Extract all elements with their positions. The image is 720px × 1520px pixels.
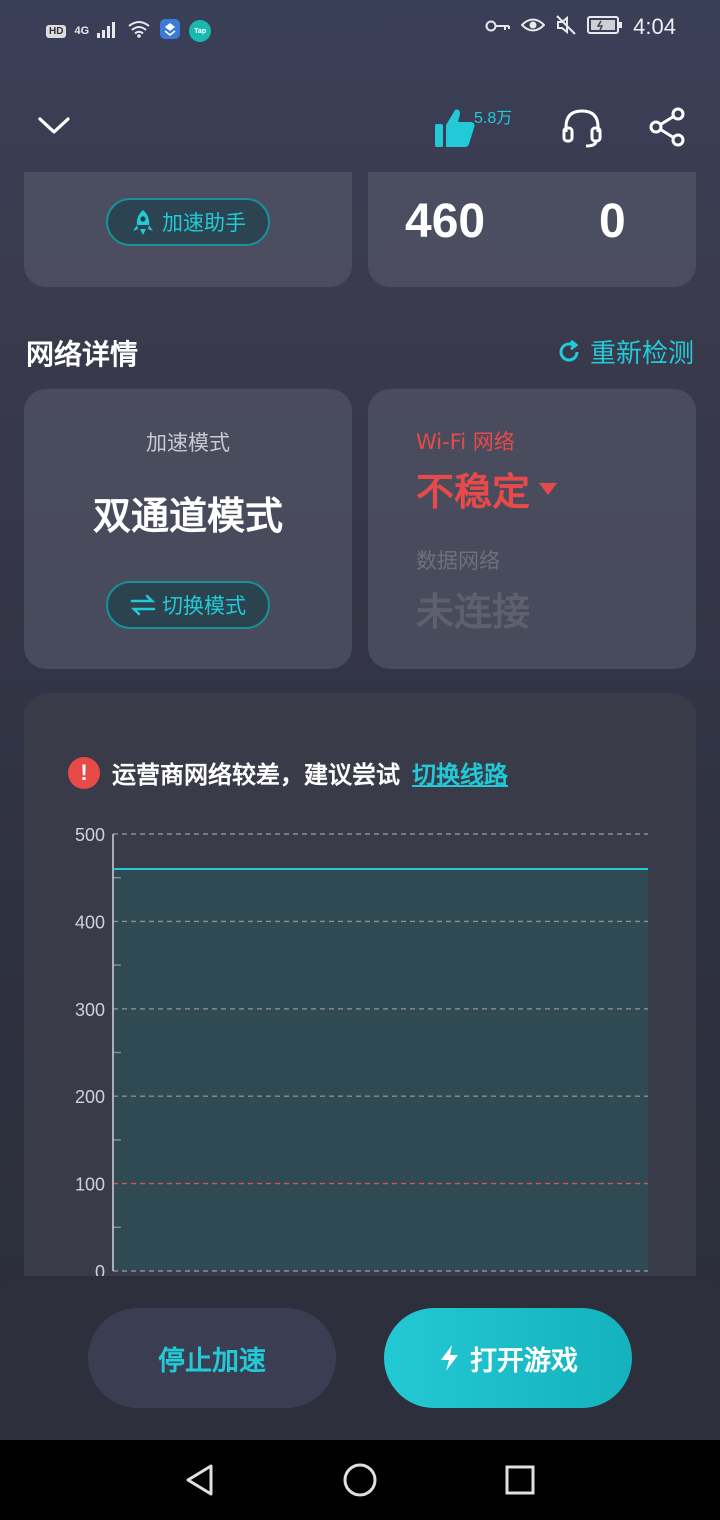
- switch-mode-label: 切换模式: [162, 594, 246, 618]
- recheck-label: 重新检测: [589, 339, 694, 369]
- nav-home-button[interactable]: [340, 1460, 380, 1500]
- caret-down-icon: [539, 482, 558, 495]
- stats-card: 460 0: [368, 172, 696, 287]
- rocket-icon: [133, 210, 153, 235]
- nav-recents-button[interactable]: [500, 1460, 540, 1500]
- latency-chart-card: ! 运营商网络较差，建议尝试 切换线路 500 400 300 200 100 0: [24, 693, 696, 1333]
- network-section-title: 网络详情: [26, 338, 139, 371]
- action-panel: 停止加速 打开游戏: [0, 1276, 720, 1440]
- mode-label: 加速模式: [146, 431, 230, 455]
- stat-latency: 460: [405, 195, 486, 248]
- mode-card: 加速模式 双通道模式 切换模式: [24, 389, 352, 669]
- status-bar: HD 4G Tap 4:04: [0, 0, 720, 58]
- support-button[interactable]: [558, 104, 606, 152]
- mute-icon: [555, 14, 577, 40]
- wifi-status-text: 不稳定: [416, 470, 531, 514]
- refresh-icon: [559, 339, 579, 361]
- open-game-button[interactable]: 打开游戏: [384, 1308, 632, 1408]
- lightning-icon: [441, 1345, 458, 1371]
- battery-icon: [587, 16, 623, 38]
- assistant-button[interactable]: 加速助手: [106, 198, 270, 246]
- home-icon: [343, 1463, 377, 1497]
- y-tick-label: 100: [75, 1175, 105, 1195]
- network-card: Wi-Fi 网络 不稳定 数据网络 未连接: [368, 389, 696, 669]
- stop-accel-button[interactable]: 停止加速: [88, 1308, 336, 1408]
- recents-icon: [505, 1465, 535, 1495]
- wifi-status[interactable]: 不稳定: [416, 461, 558, 516]
- assistant-card: 加速助手: [24, 172, 352, 287]
- collapse-button[interactable]: [34, 108, 74, 144]
- warning-banner: ! 运营商网络较差，建议尝试 切换线路: [68, 755, 508, 790]
- system-nav-bar: [0, 1440, 720, 1520]
- app-badge-icon: [159, 18, 181, 44]
- stat-loss: 0: [599, 195, 626, 248]
- mode-value: 双通道模式: [92, 494, 283, 538]
- switch-mode-button[interactable]: 切换模式: [106, 581, 270, 629]
- back-icon: [186, 1464, 213, 1496]
- wifi-label: Wi-Fi 网络: [416, 430, 515, 454]
- like-count: 5.8万: [474, 110, 513, 127]
- eye-icon: [520, 16, 546, 38]
- thumbs-up-icon: [435, 109, 475, 147]
- tap-badge-text: Tap: [194, 27, 207, 35]
- warning-text: 运营商网络较差，建议尝试: [112, 761, 400, 789]
- y-tick-label: 300: [75, 1000, 105, 1020]
- like-button[interactable]: [432, 104, 478, 150]
- data-label: 数据网络: [416, 549, 500, 573]
- nav-back-button[interactable]: [180, 1460, 220, 1500]
- status-left: HD 4G Tap: [46, 18, 212, 44]
- share-icon: [649, 107, 685, 147]
- status-right: 4:04: [485, 14, 676, 40]
- recheck-button[interactable]: 重新检测: [556, 333, 694, 370]
- share-button[interactable]: [644, 104, 690, 150]
- y-tick-label: 500: [75, 825, 105, 845]
- hd-badge: HD: [46, 24, 67, 38]
- key-icon: [485, 18, 511, 37]
- status-time: 4:04: [633, 14, 676, 39]
- wifi-icon: [127, 20, 151, 42]
- signal-icon: [97, 20, 119, 42]
- tap-badge-icon: Tap: [189, 20, 212, 42]
- stop-accel-label: 停止加速: [158, 1345, 266, 1377]
- chart-area-fill: [113, 868, 648, 1271]
- swap-icon: [130, 594, 156, 616]
- assistant-label: 加速助手: [162, 211, 246, 235]
- headset-icon: [562, 109, 602, 148]
- network-type: 4G: [74, 25, 90, 37]
- alert-icon: !: [68, 756, 100, 789]
- data-status: 未连接: [416, 590, 531, 634]
- y-tick-label: 400: [75, 912, 105, 932]
- y-tick-label: 200: [75, 1087, 105, 1107]
- switch-route-link[interactable]: 切换线路: [412, 755, 508, 790]
- chevron-down-icon: [38, 117, 70, 134]
- open-game-label: 打开游戏: [470, 1345, 578, 1377]
